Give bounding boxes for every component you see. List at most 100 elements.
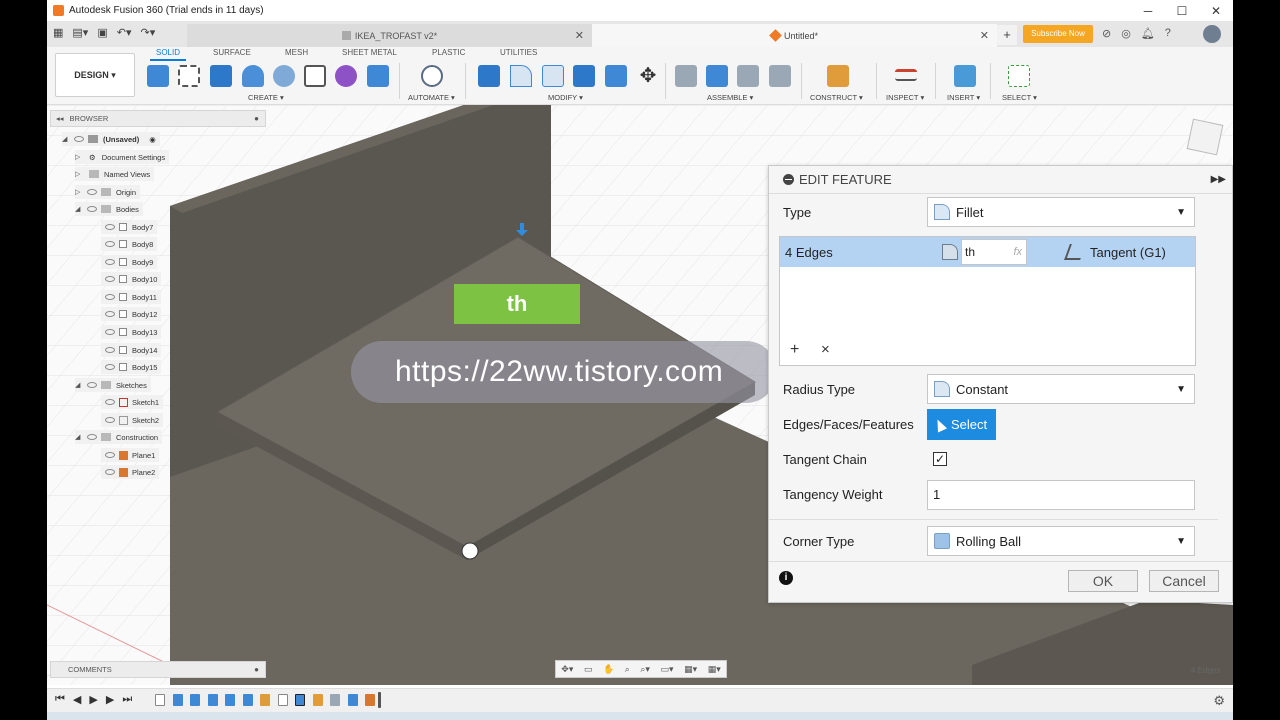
edge-set-row[interactable]: 4 Edges th fx Tangent (G1)	[780, 237, 1195, 267]
automate-menu[interactable]: AUTOMATE ▾	[408, 93, 455, 102]
visibility-icon[interactable]	[105, 241, 115, 247]
fx-icon[interactable]: fx	[1013, 240, 1022, 264]
assemble-menu[interactable]: ASSEMBLE ▾	[707, 93, 753, 102]
timeline-sketch-icon[interactable]	[155, 694, 165, 706]
maximize-button[interactable]: ☐	[1165, 0, 1199, 22]
create-menu[interactable]: CREATE ▾	[248, 93, 284, 102]
tab-ikea-trofast[interactable]: IKEA_TROFAST v2* ✕	[187, 24, 592, 47]
automate-icon[interactable]	[421, 65, 443, 87]
tree-item-body[interactable]: Body12	[101, 307, 162, 321]
revolve-icon[interactable]	[242, 65, 264, 87]
collapse-arrow-icon[interactable]: ◢	[75, 381, 83, 389]
notifications-icon[interactable]: 🔔︎	[1141, 27, 1155, 40]
collapse-icon[interactable]: ◂◂	[56, 114, 64, 123]
avatar[interactable]	[1203, 25, 1221, 43]
visibility-icon[interactable]	[105, 364, 115, 370]
extensions-icon[interactable]: ⊘	[1102, 27, 1111, 40]
timeline-feature-icon[interactable]	[348, 694, 358, 706]
tab-mesh[interactable]: MESH	[285, 48, 308, 57]
go-to-start-icon[interactable]: ⏮	[55, 693, 65, 706]
continuity-value[interactable]: Tangent (G1)	[1090, 245, 1166, 260]
expand-arrow-icon[interactable]: ▷	[75, 188, 83, 196]
visibility-icon[interactable]	[105, 347, 115, 353]
tree-item-named-views[interactable]: ▷ Named Views	[75, 167, 155, 181]
collapse-arrow-icon[interactable]: ◢	[75, 205, 83, 213]
grid-settings-icon[interactable]: ▦▾	[684, 664, 697, 675]
new-component-icon[interactable]	[147, 65, 169, 87]
timeline-plane-icon[interactable]	[260, 694, 270, 706]
viewports-icon[interactable]: ▦▾	[708, 664, 721, 675]
modify-menu[interactable]: MODIFY ▾	[548, 93, 583, 102]
dialog-header[interactable]: EDIT FEATURE ▶▶	[769, 166, 1232, 194]
orbit-icon[interactable]: ✥▾	[561, 664, 573, 675]
tab-surface[interactable]: SURFACE	[213, 48, 251, 57]
visibility-icon[interactable]	[87, 434, 97, 440]
mirror-icon[interactable]	[367, 65, 389, 87]
ok-button[interactable]: OK	[1068, 570, 1138, 592]
select-button[interactable]: Select	[927, 409, 996, 440]
hole-icon[interactable]	[273, 65, 295, 87]
drag-handle-icon[interactable]	[461, 542, 479, 560]
visibility-icon[interactable]	[105, 294, 115, 300]
insert-menu[interactable]: INSERT ▾	[947, 93, 980, 102]
minimize-panel-icon[interactable]: ●	[254, 114, 259, 123]
timeline-extrude-icon[interactable]	[243, 694, 253, 706]
tree-item-sketch[interactable]: Sketch2	[101, 413, 164, 427]
expand-dialog-icon[interactable]: ▶▶	[1211, 174, 1226, 185]
rigid-group-icon[interactable]	[769, 65, 791, 87]
tree-item-construction[interactable]: ◢ Construction	[75, 430, 163, 444]
select-menu[interactable]: SELECT ▾	[1002, 93, 1037, 102]
play-icon[interactable]: ▶	[89, 693, 97, 706]
tree-item-plane[interactable]: Plane2	[101, 465, 160, 479]
tab-solid[interactable]: SOLID	[156, 48, 180, 57]
fillet-icon[interactable]	[510, 65, 532, 87]
file-icon[interactable]: ▤▾	[72, 26, 88, 39]
visibility-icon[interactable]	[105, 329, 115, 335]
help-icon[interactable]: ?	[1165, 27, 1171, 40]
tree-item-body[interactable]: Body14	[101, 343, 162, 357]
tangency-weight-input[interactable]: 1	[927, 480, 1195, 510]
minimize-button[interactable]: ─	[1131, 0, 1165, 22]
timeline-extrude-icon[interactable]	[208, 694, 218, 706]
timeline-extrude-icon[interactable]	[173, 694, 183, 706]
tree-item-body[interactable]: Body13	[101, 325, 162, 339]
pan-icon[interactable]: ✋	[603, 664, 614, 675]
comments-panel[interactable]: COMMENTS ●	[50, 661, 266, 678]
timeline-plane-icon[interactable]	[313, 694, 323, 706]
remove-edge-set-button[interactable]: ×	[821, 341, 830, 358]
timeline-marker[interactable]	[378, 692, 381, 708]
measure-icon[interactable]	[895, 69, 917, 81]
visibility-icon[interactable]	[105, 259, 115, 265]
timeline-sketch-icon[interactable]	[278, 694, 288, 706]
tree-item-origin[interactable]: ▷ Origin	[75, 185, 141, 199]
offset-plane-icon[interactable]	[827, 65, 849, 87]
press-pull-icon[interactable]	[478, 65, 500, 87]
timeline-extrude-icon[interactable]	[225, 694, 235, 706]
browser-header[interactable]: ◂◂ BROWSER ●	[50, 110, 266, 127]
tab-untitled[interactable]: Untitled* ✕	[592, 24, 997, 47]
tree-item-document-settings[interactable]: ▷ ⚙ Document Settings	[75, 150, 170, 164]
joint-origin-icon[interactable]	[737, 65, 759, 87]
create-sketch-icon[interactable]	[178, 65, 200, 87]
step-forward-icon[interactable]: ▶	[106, 693, 114, 706]
as-built-joint-icon[interactable]	[706, 65, 728, 87]
step-back-icon[interactable]: ◀	[73, 693, 81, 706]
new-joint-icon[interactable]	[675, 65, 697, 87]
inspect-menu[interactable]: INSPECT ▾	[886, 93, 924, 102]
collapse-arrow-icon[interactable]: ◢	[62, 135, 70, 143]
tree-item-body[interactable]: Body9	[101, 255, 158, 269]
tangent-chain-checkbox[interactable]: ✓	[933, 452, 947, 466]
visibility-icon[interactable]	[105, 469, 115, 475]
visibility-icon[interactable]	[105, 417, 115, 423]
tree-item-body[interactable]: Body11	[101, 290, 161, 304]
tab-plastic[interactable]: PLASTIC	[432, 48, 465, 57]
job-status-icon[interactable]: ◎	[1121, 27, 1131, 40]
tree-root[interactable]: ◢ (Unsaved) ◉	[62, 132, 160, 146]
timeline-feature-icon[interactable]	[365, 694, 375, 706]
collapse-arrow-icon[interactable]: ◢	[75, 433, 83, 441]
visibility-icon[interactable]	[105, 276, 115, 282]
tab-utilities[interactable]: UTILITIES	[500, 48, 537, 57]
tree-item-bodies[interactable]: ◢ Bodies	[75, 202, 143, 216]
tree-item-body[interactable]: Body7	[101, 220, 158, 234]
info-icon[interactable]: i	[779, 571, 793, 585]
